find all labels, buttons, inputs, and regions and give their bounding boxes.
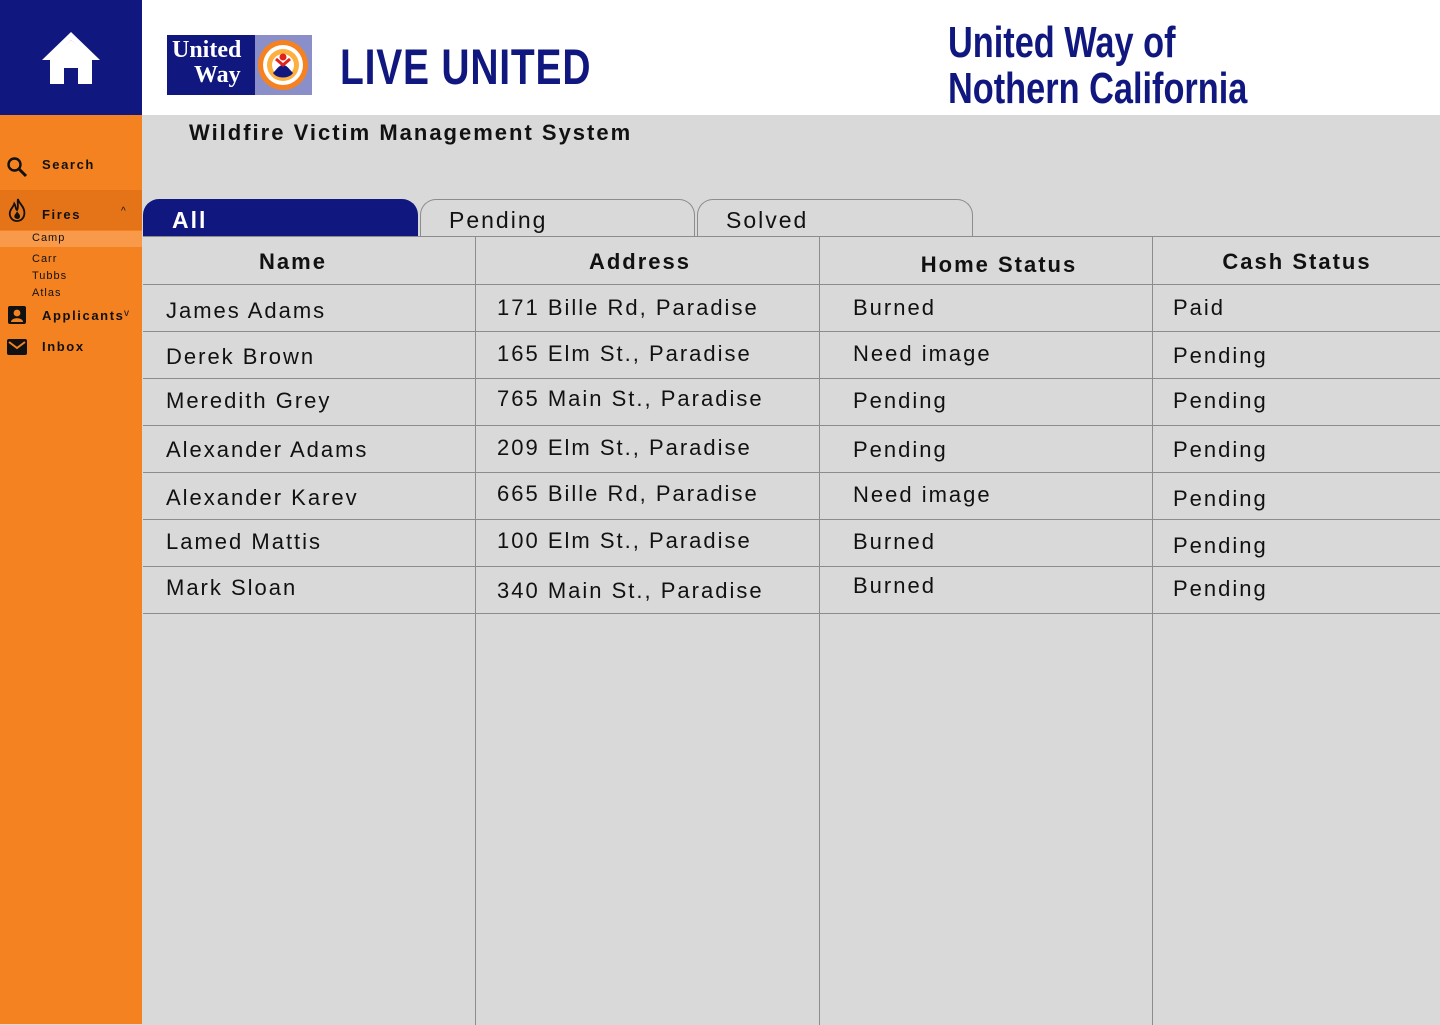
subitem-label: Camp bbox=[32, 232, 66, 244]
cell-name: Alexander Adams bbox=[166, 437, 369, 462]
cell-home-status: Burned bbox=[853, 529, 936, 554]
cell-address: 171 Bille Rd, Paradise bbox=[497, 295, 759, 320]
column-header-home-status[interactable]: Home Status bbox=[819, 252, 1179, 278]
column-header-cash-status[interactable]: Cash Status bbox=[1152, 249, 1440, 275]
tab-label: Pending bbox=[449, 207, 548, 233]
sidebar-subitem-carr[interactable]: Carr bbox=[0, 252, 142, 268]
sidebar-item-fires[interactable]: Fires ^ bbox=[0, 190, 142, 230]
logo-text-line2: Way bbox=[194, 62, 241, 88]
table-row[interactable]: Meredith Grey 765 Main St., Paradise Pen… bbox=[143, 379, 1440, 426]
united-way-logo: United Way bbox=[167, 35, 312, 95]
table-row[interactable]: Mark Sloan 340 Main St., Paradise Burned… bbox=[143, 567, 1440, 614]
tab-pending[interactable]: Pending bbox=[420, 199, 695, 236]
cell-cash-status: Pending bbox=[1173, 388, 1268, 413]
table-row[interactable]: Alexander Karev 665 Bille Rd, Paradise N… bbox=[143, 473, 1440, 520]
cell-name: Lamed Mattis bbox=[166, 529, 323, 554]
sidebar-subitem-atlas[interactable]: Atlas bbox=[0, 286, 142, 302]
sidebar-item-label: Fires bbox=[42, 207, 82, 222]
cell-name: Mark Sloan bbox=[166, 575, 298, 600]
cell-cash-status: Pending bbox=[1173, 533, 1268, 558]
table-row[interactable]: Alexander Adams 209 Elm St., Paradise Pe… bbox=[143, 426, 1440, 473]
sidebar-item-label: Search bbox=[42, 157, 95, 172]
cell-home-status: Pending bbox=[853, 437, 948, 462]
chevron-down-icon[interactable]: v bbox=[124, 308, 129, 319]
logo-text-line1: United bbox=[172, 37, 242, 63]
subitem-label: Carr bbox=[32, 253, 58, 265]
tab-label: Solved bbox=[726, 207, 809, 233]
org-name-line2: Nothern California bbox=[948, 64, 1248, 113]
cell-home-status: Pending bbox=[853, 388, 948, 413]
table-row[interactable]: Lamed Mattis 100 Elm St., Paradise Burne… bbox=[143, 520, 1440, 567]
subitem-label: Atlas bbox=[32, 287, 62, 299]
organization-name: United Way of Nothern California bbox=[948, 20, 1247, 112]
tab-all[interactable]: All bbox=[143, 199, 418, 236]
column-header-address[interactable]: Address bbox=[475, 249, 805, 275]
sidebar-subitem-tubbs[interactable]: Tubbs bbox=[0, 269, 142, 285]
home-button[interactable] bbox=[0, 0, 142, 115]
org-name-line1: United Way of bbox=[948, 18, 1176, 67]
applicants-table: Name Address Home Status Cash Status Jam… bbox=[143, 236, 1440, 1025]
fire-icon bbox=[7, 198, 29, 222]
cell-home-status: Burned bbox=[853, 295, 936, 320]
mail-icon bbox=[6, 336, 28, 358]
cell-cash-status: Pending bbox=[1173, 486, 1268, 511]
cell-cash-status: Pending bbox=[1173, 437, 1268, 462]
sidebar-item-search[interactable]: Search bbox=[0, 150, 142, 180]
tab-solved[interactable]: Solved bbox=[697, 199, 973, 236]
cell-address: 100 Elm St., Paradise bbox=[497, 528, 752, 553]
column-header-name[interactable]: Name bbox=[143, 249, 443, 275]
search-icon bbox=[6, 156, 28, 178]
sidebar-subitem-camp[interactable]: Camp bbox=[0, 231, 142, 247]
page-title: Wildfire Victim Management System bbox=[189, 120, 633, 145]
cell-name: Derek Brown bbox=[166, 344, 316, 369]
subitem-label: Tubbs bbox=[32, 270, 68, 282]
person-icon bbox=[6, 304, 28, 326]
sidebar: Search Fires ^ Camp Carr Tubbs Atlas App… bbox=[0, 115, 142, 1024]
sidebar-item-inbox[interactable]: Inbox bbox=[0, 335, 142, 359]
cell-address: 209 Elm St., Paradise bbox=[497, 435, 752, 460]
cell-address: 665 Bille Rd, Paradise bbox=[497, 481, 759, 506]
logo-text: United Way bbox=[172, 38, 241, 88]
cell-name: James Adams bbox=[166, 298, 327, 323]
cell-cash-status: Pending bbox=[1173, 343, 1268, 368]
cell-name: Alexander Karev bbox=[166, 485, 359, 510]
live-united-tagline: LIVE UNITED bbox=[340, 39, 592, 95]
cell-address: 165 Elm St., Paradise bbox=[497, 341, 752, 366]
chevron-up-icon[interactable]: ^ bbox=[121, 206, 126, 217]
sidebar-item-applicants[interactable]: Applicants v bbox=[0, 303, 142, 327]
cell-name: Meredith Grey bbox=[166, 388, 332, 413]
cell-cash-status: Paid bbox=[1173, 295, 1226, 320]
table-row[interactable]: James Adams 171 Bille Rd, Paradise Burne… bbox=[143, 285, 1440, 332]
cell-cash-status: Pending bbox=[1173, 576, 1268, 601]
table-row[interactable]: Derek Brown 165 Elm St., Paradise Need i… bbox=[143, 332, 1440, 379]
cell-address: 765 Main St., Paradise bbox=[497, 386, 764, 411]
home-icon bbox=[42, 31, 100, 84]
sidebar-item-label: Applicants bbox=[42, 308, 125, 323]
cell-home-status: Burned bbox=[853, 573, 936, 598]
united-way-hand-icon bbox=[255, 35, 312, 95]
cell-home-status: Need image bbox=[853, 482, 992, 507]
header: United Way LIVE UNITED United Way of Not… bbox=[142, 0, 1440, 115]
sidebar-item-label: Inbox bbox=[42, 339, 85, 354]
cell-home-status: Need image bbox=[853, 341, 992, 366]
cell-address: 340 Main St., Paradise bbox=[497, 578, 764, 603]
tab-label: All bbox=[172, 207, 208, 233]
